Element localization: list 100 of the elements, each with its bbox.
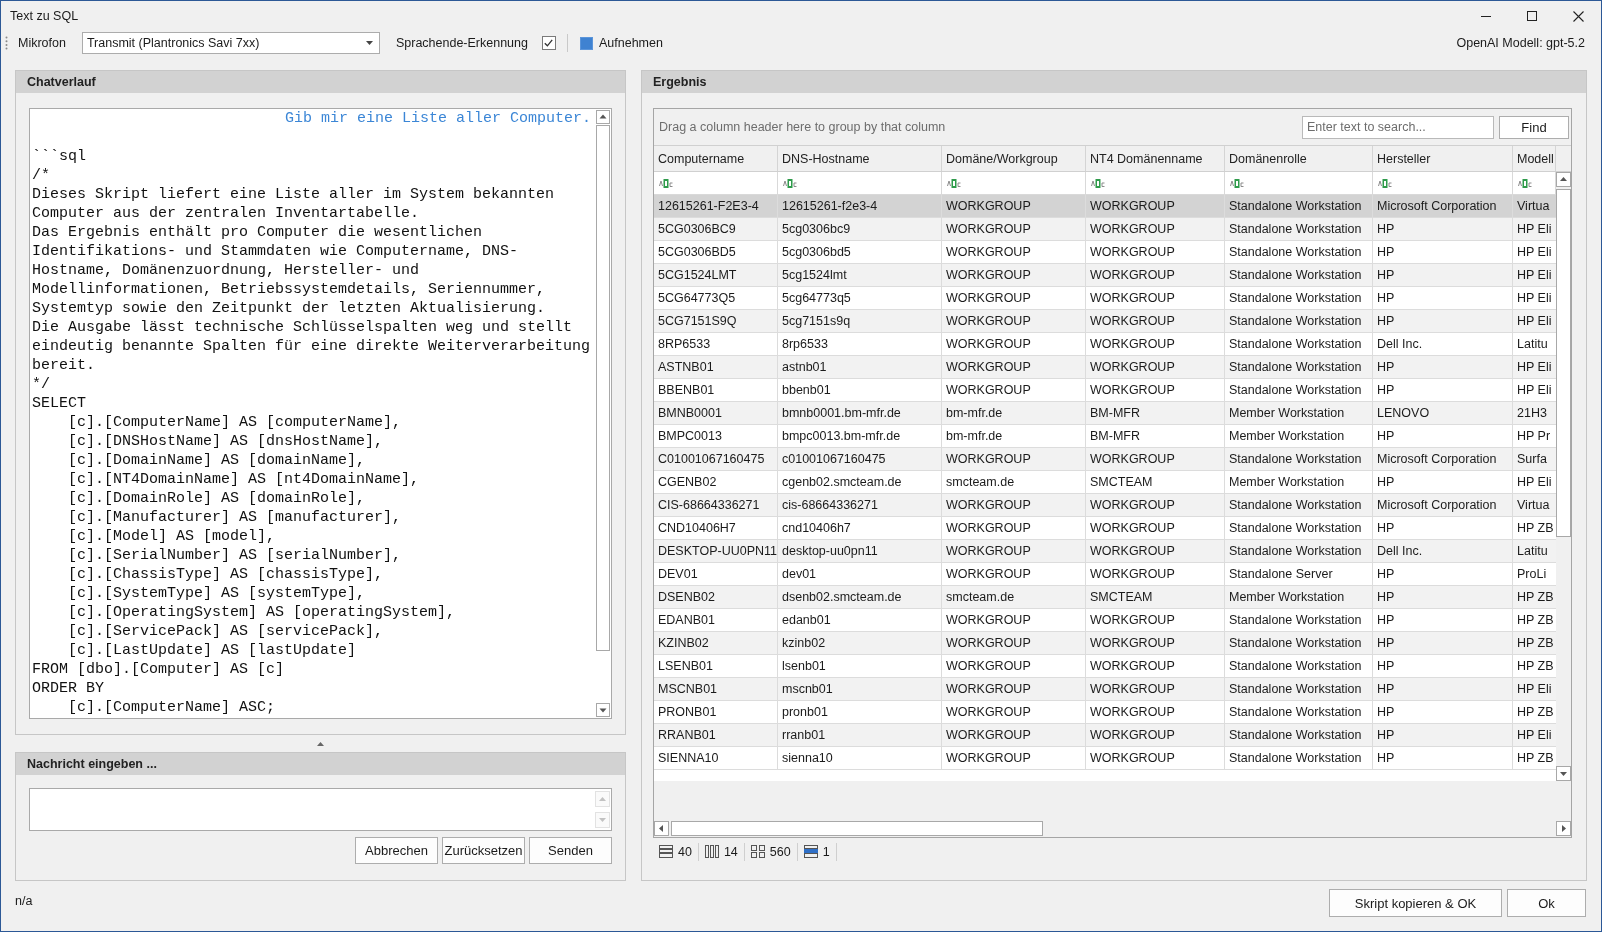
microphone-dropdown[interactable]: Transmit (Plantronics Savi 7xx) <box>81 32 380 54</box>
table-cell: HP <box>1373 425 1513 447</box>
table-row[interactable]: 12615261-F2E3-4 12615261-f2e3-4 WORKGROUP WORKGROUP Standalone Workstation Microsoft Corporation Virtua <box>654 195 1556 218</box>
column-header[interactable]: Domänenrolle <box>1225 146 1373 171</box>
column-header[interactable]: Domäne/Workgroup <box>942 146 1086 171</box>
table-row[interactable]: BMPC0013 bmpc0013.bm-mfr.de bm-mfr.de BM-MFR Member Workstation HP HP Pr <box>654 425 1556 448</box>
table-cell: DEV01 <box>654 563 778 585</box>
code-line: [c].[ChassisType] AS [chassisType], <box>67 565 384 584</box>
ok-button[interactable]: Ok <box>1507 889 1586 917</box>
table-cell: c01001067160475 <box>778 448 942 470</box>
scroll-down-icon[interactable] <box>1556 766 1571 781</box>
caret-up-icon[interactable] <box>317 741 324 746</box>
send-button[interactable]: Senden <box>529 837 612 864</box>
table-cell: Standalone Server <box>1225 563 1373 585</box>
table-cell: WORKGROUP <box>942 701 1086 723</box>
table-row[interactable]: CGENB02 cgenb02.smcteam.de smcteam.de SMCTEAM Member Workstation HP HP Eli <box>654 471 1556 494</box>
table-row[interactable]: CIS-68664336271 cis-68664336271 WORKGROUP WORKGROUP Standalone Workstation Microsoft Corporation Virtua <box>654 494 1556 517</box>
close-icon[interactable] <box>1572 10 1584 22</box>
column-header[interactable]: Modell <box>1513 146 1556 171</box>
copy-script-button[interactable]: Skript kopieren & OK <box>1329 889 1502 917</box>
table-cell: WORKGROUP <box>942 632 1086 654</box>
table-row[interactable]: EDANB01 edanb01 WORKGROUP WORKGROUP Standalone Workstation HP HP ZB <box>654 609 1556 632</box>
column-header[interactable]: NT4 Domänenname <box>1086 146 1225 171</box>
reset-button[interactable]: Zurücksetzen <box>442 837 525 864</box>
table-cell: WORKGROUP <box>942 678 1086 700</box>
table-cell-text: Virtua <box>1516 198 1551 215</box>
table-row[interactable]: 5CG7151S9Q 5cg7151s9q WORKGROUP WORKGROUP Standalone Workstation HP HP Eli <box>654 310 1556 333</box>
panel-header: Nachricht eingeben ... <box>16 753 625 775</box>
table-cell: WORKGROUP <box>942 747 1086 769</box>
table-cell: HP <box>1373 701 1513 723</box>
drag-handle-icon[interactable] <box>5 36 8 50</box>
minimize-icon[interactable] <box>1481 15 1491 17</box>
scroll-up-icon[interactable] <box>596 110 610 124</box>
table-cell: 5cg7151s9q <box>778 310 942 332</box>
code-line: [c].[Manufacturer] AS [manufacturer], <box>67 508 402 527</box>
table-row[interactable]: 5CG1524LMT 5cg1524lmt WORKGROUP WORKGROUP Standalone Workstation HP HP Eli <box>654 264 1556 287</box>
table-row[interactable]: 5CG0306BD5 5cg0306bd5 WORKGROUP WORKGROUP Standalone Workstation HP HP Eli <box>654 241 1556 264</box>
table-cell-text: HP Pr <box>1516 428 1552 445</box>
table-row[interactable]: DEV01 dev01 WORKGROUP WORKGROUP Standalone Server HP ProLi <box>654 563 1556 586</box>
table-cell: WORKGROUP <box>942 356 1086 378</box>
code-line: [c].[SerialNumber] AS [serialNumber], <box>67 546 402 565</box>
table-cell: bmpc0013.bm-mfr.de <box>778 425 942 447</box>
table-row[interactable]: BBENB01 bbenb01 WORKGROUP WORKGROUP Standalone Workstation HP HP Eli <box>654 379 1556 402</box>
table-row[interactable]: DESKTOP-UU0PN11 desktop-uu0pn11 WORKGROUP WORKGROUP Standalone Workstation Dell Inc. Latitu <box>654 540 1556 563</box>
table-row[interactable]: BMNB0001 bmnb0001.bm-mfr.de bm-mfr.de BM-MFR Member Workstation LENOVO 21H3 <box>654 402 1556 425</box>
scroll-up-icon[interactable] <box>1556 172 1571 187</box>
column-header[interactable]: Computername <box>654 146 778 171</box>
table-row[interactable]: PRONB01 pronb01 WORKGROUP WORKGROUP Standalone Workstation HP HP ZB <box>654 701 1556 724</box>
column-header[interactable]: Hersteller <box>1373 146 1513 171</box>
table-cell: WORKGROUP <box>942 655 1086 677</box>
table-row[interactable]: RRANB01 rranb01 WORKGROUP WORKGROUP Standalone Workstation HP HP Eli <box>654 724 1556 747</box>
table-row[interactable]: MSCNB01 mscnb01 WORKGROUP WORKGROUP Standalone Workstation HP HP Eli <box>654 678 1556 701</box>
cancel-button[interactable]: Abbrechen <box>355 837 438 864</box>
horizontal-scrollbar[interactable] <box>654 821 1571 836</box>
table-cell: WORKGROUP <box>1086 494 1225 516</box>
scroll-right-icon[interactable] <box>1556 821 1571 836</box>
table-row[interactable]: SIENNA10 sienna10 WORKGROUP WORKGROUP Standalone Workstation HP HP ZB <box>654 747 1556 770</box>
table-cell: WORKGROUP <box>942 448 1086 470</box>
scrollbar-thumb[interactable] <box>1556 189 1571 537</box>
table-cell: WORKGROUP <box>942 241 1086 263</box>
table-row[interactable]: CND10406H7 cnd10406h7 WORKGROUP WORKGROUP Standalone Workstation HP HP ZB <box>654 517 1556 540</box>
table-row[interactable]: 5CG64773Q5 5cg64773q5 WORKGROUP WORKGROUP Standalone Workstation HP HP Eli <box>654 287 1556 310</box>
code-line: Modellinformationen, Betriebssystemdetails, Seriennummer, <box>32 280 546 299</box>
find-button[interactable]: Find <box>1499 115 1569 139</box>
table-row[interactable]: LSENB01 lsenb01 WORKGROUP WORKGROUP Standalone Workstation HP HP ZB <box>654 655 1556 678</box>
table-cell: astnb01 <box>778 356 942 378</box>
table-cell: 5cg0306bc9 <box>778 218 942 240</box>
table-row[interactable]: 8RP6533 8rp6533 WORKGROUP WORKGROUP Standalone Workstation Dell Inc. Latitu <box>654 333 1556 356</box>
checkbox[interactable] <box>542 36 556 50</box>
column-header[interactable]: DNS-Hostname <box>778 146 942 171</box>
table-cell: WORKGROUP <box>942 540 1086 562</box>
table-cell-text: HP Eli <box>1516 359 1553 376</box>
table-cell: WORKGROUP <box>942 494 1086 516</box>
scroll-left-icon[interactable] <box>654 821 669 836</box>
record-button[interactable]: Aufnehmen <box>580 36 663 50</box>
code-line: Computer aus der zentralen Inventartabelle. <box>32 204 420 223</box>
vertical-scrollbar[interactable] <box>1556 172 1571 781</box>
cell-count: 560 <box>769 844 791 859</box>
scrollbar-thumb[interactable] <box>596 125 610 651</box>
search-field[interactable]: Enter text to search... <box>1302 115 1494 139</box>
table-cell: HP <box>1373 655 1513 677</box>
table-cell-text: ProLi <box>1516 566 1548 583</box>
table-row[interactable]: C01001067160475 c01001067160475 WORKGROUP WORKGROUP Standalone Workstation Microsoft Corporation Surfa <box>654 448 1556 471</box>
table-cell: Microsoft Corporation <box>1373 494 1513 516</box>
table-cell: HP <box>1373 517 1513 539</box>
table-cell: Standalone Workstation <box>1225 609 1373 631</box>
table-cell: LENOVO <box>1373 402 1513 424</box>
table-row[interactable]: KZINB02 kzinb02 WORKGROUP WORKGROUP Standalone Workstation HP HP ZB <box>654 632 1556 655</box>
code-line: [c].[OperatingSystem] AS [operatingSystem], <box>67 603 456 622</box>
table-cell-text: HP ZB <box>1516 589 1555 606</box>
vertical-scrollbar[interactable] <box>595 109 611 718</box>
table-row[interactable]: DSENB02 dsenb02.smcteam.de smcteam.de SMCTEAM Member Workstation HP HP ZB <box>654 586 1556 609</box>
scrollbar-thumb[interactable] <box>671 821 1043 836</box>
maximize-icon[interactable] <box>1527 11 1537 21</box>
table-row[interactable]: 5CG0306BC9 5cg0306bc9 WORKGROUP WORKGROUP Standalone Workstation HP HP Eli <box>654 218 1556 241</box>
table-cell: Standalone Workstation <box>1225 632 1373 654</box>
grid-icon <box>750 845 765 858</box>
table-cell: EDANB01 <box>654 609 778 631</box>
table-row[interactable]: ASTNB01 astnb01 WORKGROUP WORKGROUP Standalone Workstation HP HP Eli <box>654 356 1556 379</box>
scroll-down-icon[interactable] <box>596 703 610 717</box>
